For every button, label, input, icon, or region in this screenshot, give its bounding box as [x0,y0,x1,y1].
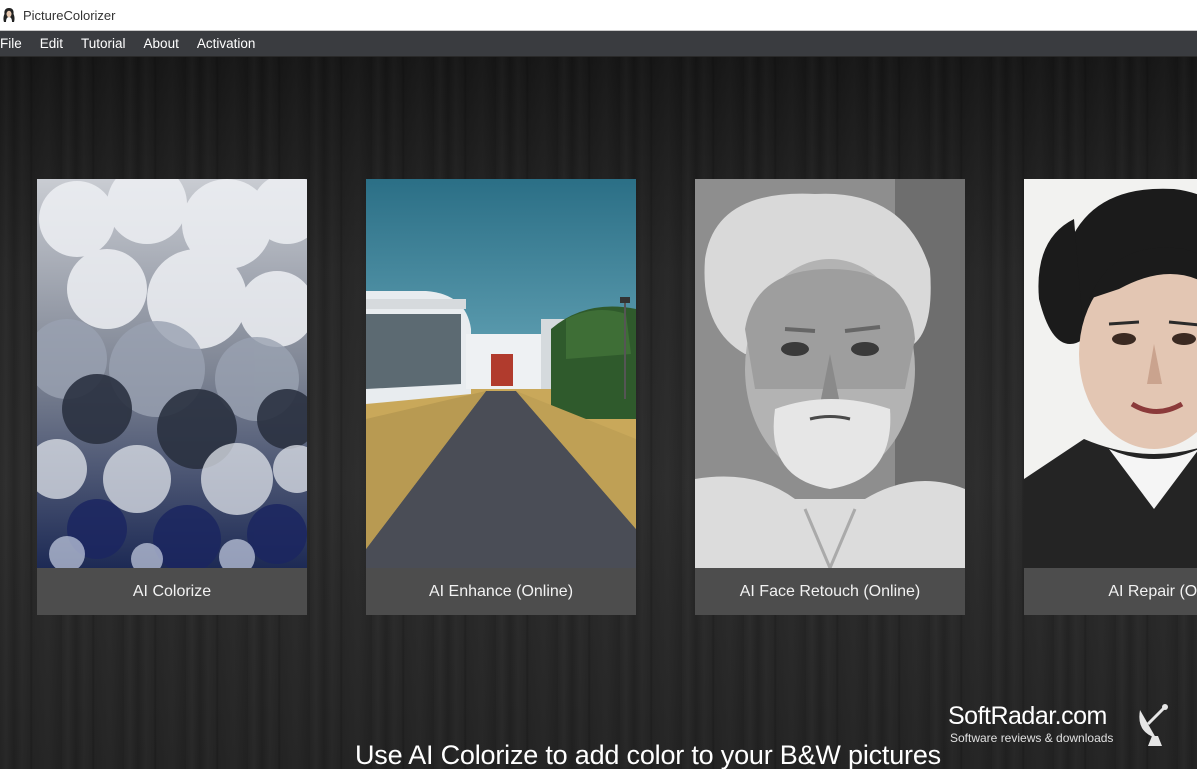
watermark-title: SoftRadar.com [948,702,1107,730]
window-title: PictureColorizer [23,7,116,23]
menu-about[interactable]: About [135,31,188,56]
card-label: AI Repair (Onl [1024,568,1197,615]
window-titlebar: PictureColorizer [0,0,1197,31]
softradar-watermark: SoftRadar.com Software reviews & downloa… [948,702,1178,752]
watermark-subtitle: Software reviews & downloads [950,731,1114,745]
menu-file[interactable]: File [0,31,31,56]
card-ai-face-retouch[interactable]: AI Face Retouch (Online) [695,179,965,615]
card-ai-enhance[interactable]: AI Enhance (Online) [366,179,636,615]
building-road-image [366,179,636,568]
menu-activation[interactable]: Activation [188,31,265,56]
card-ai-colorize[interactable]: AI Colorize [37,179,307,615]
card-label: AI Face Retouch (Online) [695,568,965,615]
old-man-portrait-image [695,179,965,568]
card-label: AI Colorize [37,568,307,615]
satellite-dish-icon [1134,702,1174,750]
card-ai-repair[interactable]: AI Repair (Onl [1024,179,1197,615]
menu-edit[interactable]: Edit [31,31,72,56]
menu-bar: File Edit Tutorial About Activation [0,31,1197,57]
woman-portrait-image [1024,179,1197,568]
clouds-image [37,179,307,568]
caption-text: Use AI Colorize to add color to your B&W… [355,740,941,769]
card-label: AI Enhance (Online) [366,568,636,615]
main-content: AI Colorize AI Enhance (Online) AI Face … [0,57,1197,769]
portrait-icon [1,7,17,23]
menu-tutorial[interactable]: Tutorial [72,31,135,56]
